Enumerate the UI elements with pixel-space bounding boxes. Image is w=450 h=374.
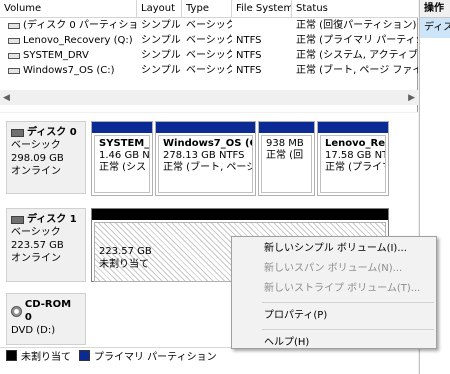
volume-status: 正常 (回復パーティション) bbox=[296, 20, 417, 31]
table-row[interactable]: (ディスク 0 パーティション 3) シンプル ベーシック 正常 (回復パーティ… bbox=[0, 19, 418, 33]
volume-layout: シンプル bbox=[141, 65, 181, 76]
menu-help[interactable]: ヘルプ(H) bbox=[232, 333, 436, 353]
disk-type: DVD (D:) bbox=[11, 325, 56, 336]
partition-title: SYSTEM_D bbox=[99, 138, 150, 149]
menu-new-simple-volume[interactable]: 新しいシンプル ボリューム(I)... bbox=[232, 239, 436, 259]
column-volume[interactable]: Volume bbox=[0, 0, 137, 18]
partition-status: 正常 (プライマリ bbox=[325, 162, 385, 173]
volume-name: SYSTEM_DRV bbox=[23, 50, 89, 61]
partition-size: 278.13 GB NTFS bbox=[163, 150, 245, 161]
volume-fs: NTFS bbox=[236, 65, 262, 76]
legend-unallocated-swatch bbox=[6, 349, 17, 361]
partition-lenovo-recovery[interactable]: Lenovo_Recove 17.58 GB NTFS 正常 (プライマリ bbox=[317, 121, 389, 196]
cd-rom-icon bbox=[11, 305, 22, 317]
volume-layout: シンプル bbox=[141, 50, 181, 61]
partition-windows7-os[interactable]: Windows7_OS (C:) 278.13 GB NTFS 正常 (ブート,… bbox=[155, 121, 256, 196]
volume-type: ベーシック bbox=[186, 50, 232, 61]
partition-recovery[interactable]: 938 MB 正常 (回 bbox=[258, 121, 315, 196]
partition-size: 17.58 GB NTFS bbox=[325, 150, 385, 161]
volume-icon bbox=[8, 38, 20, 44]
column-type[interactable]: Type bbox=[182, 0, 232, 18]
partition-title: Windows7_OS (C:) bbox=[163, 138, 252, 149]
partition-size: 1.46 GB NTFS bbox=[99, 150, 150, 161]
volume-type: ベーシック bbox=[186, 65, 232, 76]
volume-type: ベーシック bbox=[186, 35, 232, 46]
disk-size: 298.09 GB bbox=[11, 153, 64, 164]
volume-icon bbox=[8, 68, 20, 74]
cdrom-0-label[interactable]: CD-ROM 0 DVD (D:) メディアなし bbox=[6, 293, 86, 363]
disk-size: 223.57 GB bbox=[11, 240, 64, 251]
table-row[interactable]: Lenovo_Recovery (Q:) シンプル ベーシック NTFS 正常 … bbox=[0, 34, 418, 48]
legend-primary-swatch bbox=[79, 349, 90, 361]
partition-status: 正常 (回 bbox=[266, 150, 304, 161]
actions-title: 操作 bbox=[420, 0, 450, 18]
volume-status: 正常 (ブート, ページ ファイル, ク bbox=[296, 65, 418, 76]
disk-name: CD-ROM 0 bbox=[24, 299, 72, 323]
primary-partition-bar bbox=[156, 122, 255, 133]
disk-icon bbox=[11, 128, 24, 137]
scroll-right-icon[interactable]: ▶ bbox=[408, 93, 415, 103]
legend-primary-label: プライマリ パーティション bbox=[94, 351, 217, 363]
actions-item-disk[interactable]: ディスク bbox=[420, 18, 450, 38]
volume-layout: シンプル bbox=[141, 35, 181, 46]
disk-name: ディスク 1 bbox=[27, 214, 77, 225]
menu-new-striped-volume[interactable]: 新しいストライプ ボリューム(T)... bbox=[232, 279, 436, 299]
context-menu: 新しいシンプル ボリューム(I)... 新しいスパン ボリューム(N)... 新… bbox=[231, 236, 437, 349]
horizontal-scrollbar[interactable]: ◀ ▶ bbox=[0, 90, 418, 105]
volume-type: ベーシック bbox=[186, 20, 232, 31]
column-file-system[interactable]: File System bbox=[232, 0, 292, 18]
volume-status: 正常 (システム, アクティブ, プラ bbox=[296, 50, 418, 61]
legend-unallocated-label: 未割り当て bbox=[21, 351, 71, 363]
unallocated-bar bbox=[92, 209, 388, 220]
disk-1-label[interactable]: ディスク 1 ベーシック 223.57 GB オンライン bbox=[6, 208, 86, 282]
table-row[interactable]: SYSTEM_DRV シンプル ベーシック NTFS 正常 (システム, アクテ… bbox=[0, 49, 418, 63]
primary-partition-bar bbox=[259, 122, 314, 133]
menu-separator bbox=[262, 329, 434, 330]
partition-status: 正常 (ブート, ページ ファ bbox=[163, 162, 252, 173]
volume-name: (ディスク 0 パーティション 3) bbox=[23, 20, 137, 31]
menu-properties[interactable]: プロパティ(P) bbox=[232, 306, 436, 326]
partition-title: Lenovo_Recove bbox=[325, 138, 386, 149]
volume-fs: NTFS bbox=[236, 35, 262, 46]
primary-partition-bar bbox=[318, 122, 388, 133]
partition-status: 正常 (シス bbox=[99, 162, 147, 173]
table-row[interactable]: Windows7_OS (C:) シンプル ベーシック NTFS 正常 (ブート… bbox=[0, 64, 418, 78]
primary-partition-bar bbox=[92, 122, 152, 133]
volume-icon bbox=[8, 53, 20, 59]
disk-type: ベーシック bbox=[11, 227, 61, 238]
disk-state: オンライン bbox=[11, 166, 61, 177]
volume-list: Volume Layout Type File System Status (デ… bbox=[0, 0, 418, 112]
menu-new-spanned-volume[interactable]: 新しいスパン ボリューム(N)... bbox=[232, 259, 436, 279]
disk-name: ディスク 0 bbox=[27, 127, 77, 138]
volume-name: Lenovo_Recovery (Q:) bbox=[23, 35, 133, 46]
volume-status: 正常 (プライマリ パーティション bbox=[296, 35, 418, 46]
disk-type: ベーシック bbox=[11, 140, 61, 151]
partition-size: 938 MB bbox=[266, 138, 304, 149]
volume-list-header: Volume Layout Type File System Status bbox=[0, 0, 418, 18]
partition-system-drv[interactable]: SYSTEM_D 1.46 GB NTFS 正常 (シス bbox=[91, 121, 153, 196]
volume-name: Windows7_OS (C:) bbox=[23, 65, 115, 76]
disk-management-window: Volume Layout Type File System Status (デ… bbox=[0, 0, 450, 374]
column-layout[interactable]: Layout bbox=[137, 0, 182, 18]
volume-icon bbox=[8, 23, 20, 29]
disk-state: オンライン bbox=[11, 253, 61, 264]
disk-0-label[interactable]: ディスク 0 ベーシック 298.09 GB オンライン bbox=[6, 121, 86, 194]
volume-layout: シンプル bbox=[141, 20, 181, 31]
volume-fs: NTFS bbox=[236, 50, 262, 61]
menu-separator bbox=[262, 302, 434, 303]
scroll-left-icon[interactable]: ◀ bbox=[3, 93, 10, 103]
disk-icon bbox=[11, 215, 24, 224]
column-status[interactable]: Status bbox=[292, 0, 418, 18]
